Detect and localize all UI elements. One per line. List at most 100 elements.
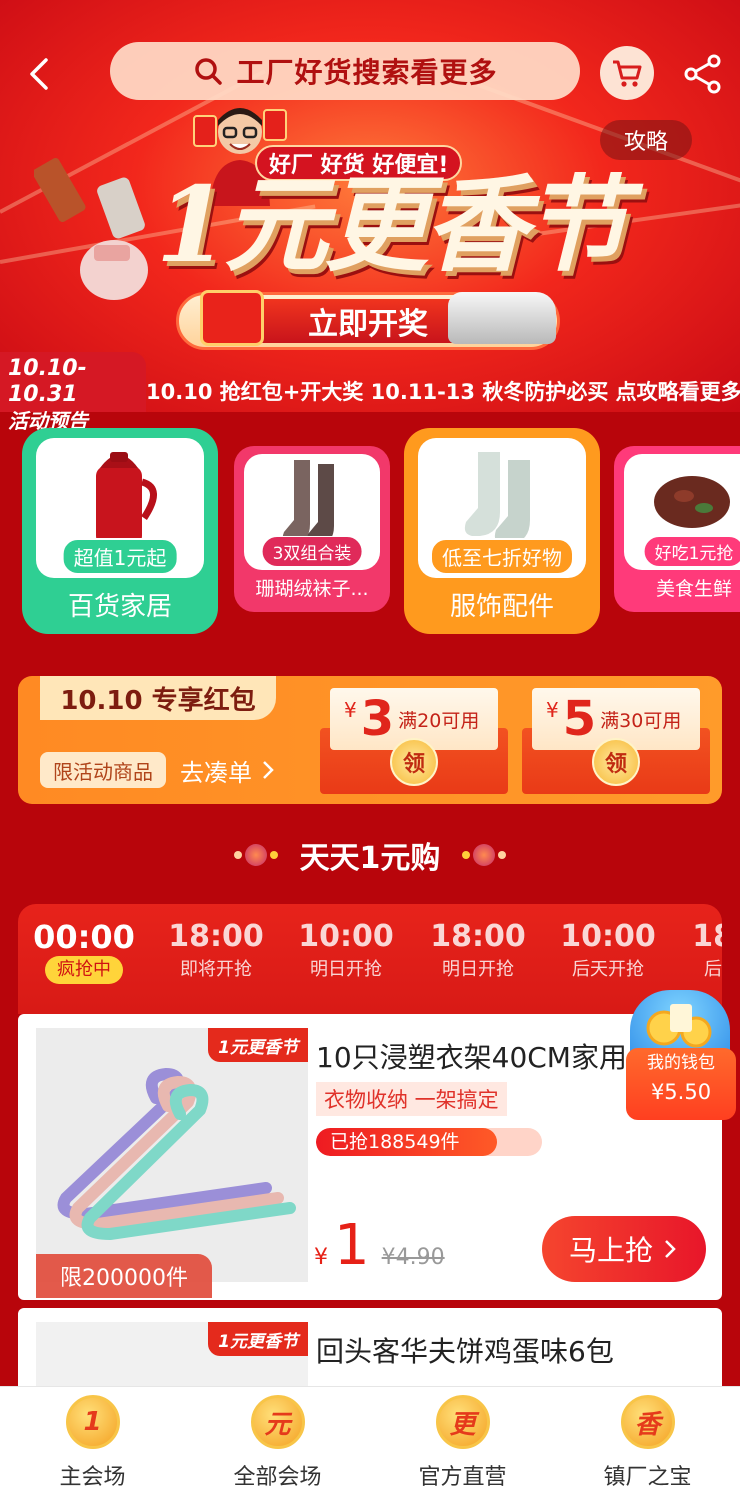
time-tab-time: 00:00 bbox=[33, 918, 135, 956]
coupon-condition: 满20可用 bbox=[398, 709, 480, 732]
category-card-home[interactable]: 超值1元起 百货家居 bbox=[22, 428, 218, 634]
wallet-label: 我的钱包 bbox=[647, 1053, 715, 1073]
coupon-condition: 满30可用 bbox=[600, 709, 682, 732]
banner-title: 1元更香节 bbox=[155, 163, 628, 286]
nav-label: 全部会场 bbox=[233, 1465, 322, 1490]
nav-item-all-venues[interactable]: 元 全部会场 bbox=[185, 1387, 370, 1501]
nav-label: 主会场 bbox=[59, 1465, 126, 1490]
coupon-go-link[interactable]: 去凑单 bbox=[180, 752, 278, 788]
time-tab-status: 明日开抢 bbox=[310, 959, 382, 980]
nav-item-main-venue[interactable]: 1 主会场 bbox=[0, 1387, 185, 1501]
category-name: 珊瑚绒袜子... bbox=[255, 578, 369, 600]
wallet-amount: ¥5.50 bbox=[650, 1080, 712, 1104]
event-ticker[interactable]: 10.10 抢红包+开大奖 10.11-13 秋冬防护必买 点攻略看更多 bbox=[146, 370, 740, 412]
price-currency: ¥ bbox=[314, 1245, 328, 1270]
festival-badge: 1元更香节 bbox=[208, 1028, 308, 1062]
coupon-card[interactable]: ¥ 3 满20可用 领 bbox=[320, 688, 508, 794]
hanger-image bbox=[57, 1068, 296, 1240]
category-name: 美食生鲜 bbox=[655, 578, 732, 600]
coupon-currency: ¥ bbox=[546, 698, 559, 722]
section-title-text: 天天1元购 bbox=[299, 841, 441, 876]
time-tab-status: 疯抢中 bbox=[45, 956, 123, 984]
time-tab[interactable]: 18:00 明日开抢 bbox=[418, 918, 538, 984]
nav-item-official-direct[interactable]: 更 官方直营 bbox=[370, 1387, 555, 1501]
red-envelope-icon bbox=[200, 290, 264, 346]
original-price: ¥4.90 bbox=[381, 1245, 445, 1270]
time-tab-status: 后天开抢 bbox=[704, 959, 722, 980]
product-price: ¥ 1 ¥4.90 bbox=[314, 1216, 445, 1276]
time-tab[interactable]: 18:00 后天开抢 bbox=[680, 918, 722, 984]
sold-count: 已抢188549件 bbox=[330, 1131, 460, 1153]
search-placeholder: 工厂好货搜索看更多 bbox=[236, 56, 498, 89]
time-tab[interactable]: 10:00 明日开抢 bbox=[286, 918, 406, 984]
bottom-navigation: 1 主会场 元 全部会场 更 官方直营 香 镇厂之宝 bbox=[0, 1386, 740, 1501]
car-prize-image bbox=[448, 292, 556, 344]
nav-label: 镇厂之宝 bbox=[603, 1465, 692, 1490]
category-tag: 好吃1元抢 bbox=[643, 536, 740, 567]
decor-dots-right bbox=[462, 844, 507, 866]
product-tag: 衣物收纳 一架搞定 bbox=[316, 1082, 507, 1116]
nav-item-factory-treasure[interactable]: 香 镇厂之宝 bbox=[555, 1387, 740, 1501]
shopping-cart-icon bbox=[613, 60, 642, 87]
main-venue-icon: 1 bbox=[65, 1395, 120, 1449]
time-tab-time: 18:00 bbox=[692, 919, 722, 954]
category-card-food[interactable]: 好吃1元抢 美食生鲜 bbox=[614, 446, 740, 612]
coupon-amount: 5 bbox=[562, 691, 597, 747]
section-title: 天天1元购 bbox=[0, 830, 740, 880]
category-card-apparel[interactable]: 低至七折好物 服饰配件 bbox=[404, 428, 600, 634]
time-tab-time: 18:00 bbox=[430, 919, 526, 954]
category-tag: 低至七折好物 bbox=[430, 538, 574, 575]
time-tab-status: 后天开抢 bbox=[572, 959, 644, 980]
coupon-amount: 3 bbox=[360, 691, 395, 747]
price-value: 1 bbox=[334, 1213, 370, 1278]
flash-sale-time-tabs: 00:00 疯抢中 18:00 即将开抢 10:00 明日开抢 18:00 明日… bbox=[18, 904, 722, 1014]
coupon-claim-button[interactable]: 领 bbox=[592, 738, 640, 786]
wallet-box: 我的钱包 ¥5.50 bbox=[626, 1048, 736, 1120]
share-icon bbox=[684, 54, 721, 94]
search-bar[interactable]: 工厂好货搜索看更多 bbox=[110, 42, 580, 100]
category-name: 百货家居 bbox=[67, 592, 172, 622]
coupon-currency: ¥ bbox=[344, 698, 357, 722]
time-tab[interactable]: 18:00 即将开抢 bbox=[156, 918, 276, 984]
coupon-limit-label: 限活动商品 bbox=[40, 752, 166, 788]
event-date-badge: 10.10-10.31 活动预告 bbox=[0, 352, 146, 433]
nav-label: 官方直营 bbox=[418, 1465, 507, 1490]
stock-limit-badge: 限200000件 bbox=[36, 1254, 212, 1298]
coupon-card[interactable]: ¥ 5 满30可用 领 bbox=[522, 688, 710, 794]
all-venues-icon: 元 bbox=[250, 1395, 305, 1449]
wallet-float-button[interactable]: 我的钱包 ¥5.50 bbox=[620, 990, 740, 1130]
decor-dots-left bbox=[233, 844, 278, 866]
product-card[interactable]: 1元更香节 限200000件 10只浸塑衣架40CM家用 衣物收纳 一架搞定 已… bbox=[18, 1014, 722, 1300]
share-button[interactable] bbox=[682, 52, 724, 96]
time-tab-time: 10:00 bbox=[560, 919, 656, 954]
sold-progress-bar: 已抢188549件 bbox=[316, 1128, 542, 1156]
event-date-range: 10.10-10.31 bbox=[8, 356, 87, 407]
back-button[interactable] bbox=[22, 54, 58, 94]
buy-now-button[interactable]: 马上抢 bbox=[542, 1216, 706, 1282]
product-title: 10只浸塑衣架40CM家用 bbox=[316, 1041, 626, 1074]
cart-button[interactable] bbox=[600, 46, 654, 100]
time-tab[interactable]: 10:00 后天开抢 bbox=[548, 918, 668, 984]
category-card-socks[interactable]: 3双组合装 珊瑚绒袜子... bbox=[234, 446, 390, 612]
time-tab-time: 18:00 bbox=[168, 919, 264, 954]
factory-treasure-icon: 香 bbox=[620, 1395, 675, 1449]
coupon-go-label: 去凑单 bbox=[180, 758, 252, 787]
chevron-right-icon bbox=[665, 1240, 676, 1258]
chevron-right-icon bbox=[263, 761, 274, 779]
category-tag: 超值1元起 bbox=[61, 538, 179, 575]
buy-now-label: 马上抢 bbox=[568, 1234, 653, 1267]
search-icon bbox=[195, 58, 223, 85]
time-tab[interactable]: 00:00 疯抢中 bbox=[24, 918, 144, 984]
time-tab-time: 10:00 bbox=[298, 919, 394, 954]
festival-badge: 1元更香节 bbox=[208, 1322, 308, 1356]
time-tab-status: 即将开抢 bbox=[180, 959, 252, 980]
official-direct-icon: 更 bbox=[435, 1395, 490, 1449]
category-name: 服饰配件 bbox=[449, 592, 554, 622]
strategy-button[interactable]: 攻略 bbox=[600, 120, 692, 160]
coupon-claim-button[interactable]: 领 bbox=[390, 738, 438, 786]
product-image: 1元更香节 限200000件 bbox=[36, 1028, 308, 1298]
product-title: 回头客华夫饼鸡蛋味6包 bbox=[316, 1335, 614, 1368]
time-tab-status: 明日开抢 bbox=[442, 959, 514, 980]
coupon-strip-title: 10.10 专享红包 bbox=[40, 676, 276, 720]
category-tag: 3双组合装 bbox=[261, 536, 363, 567]
